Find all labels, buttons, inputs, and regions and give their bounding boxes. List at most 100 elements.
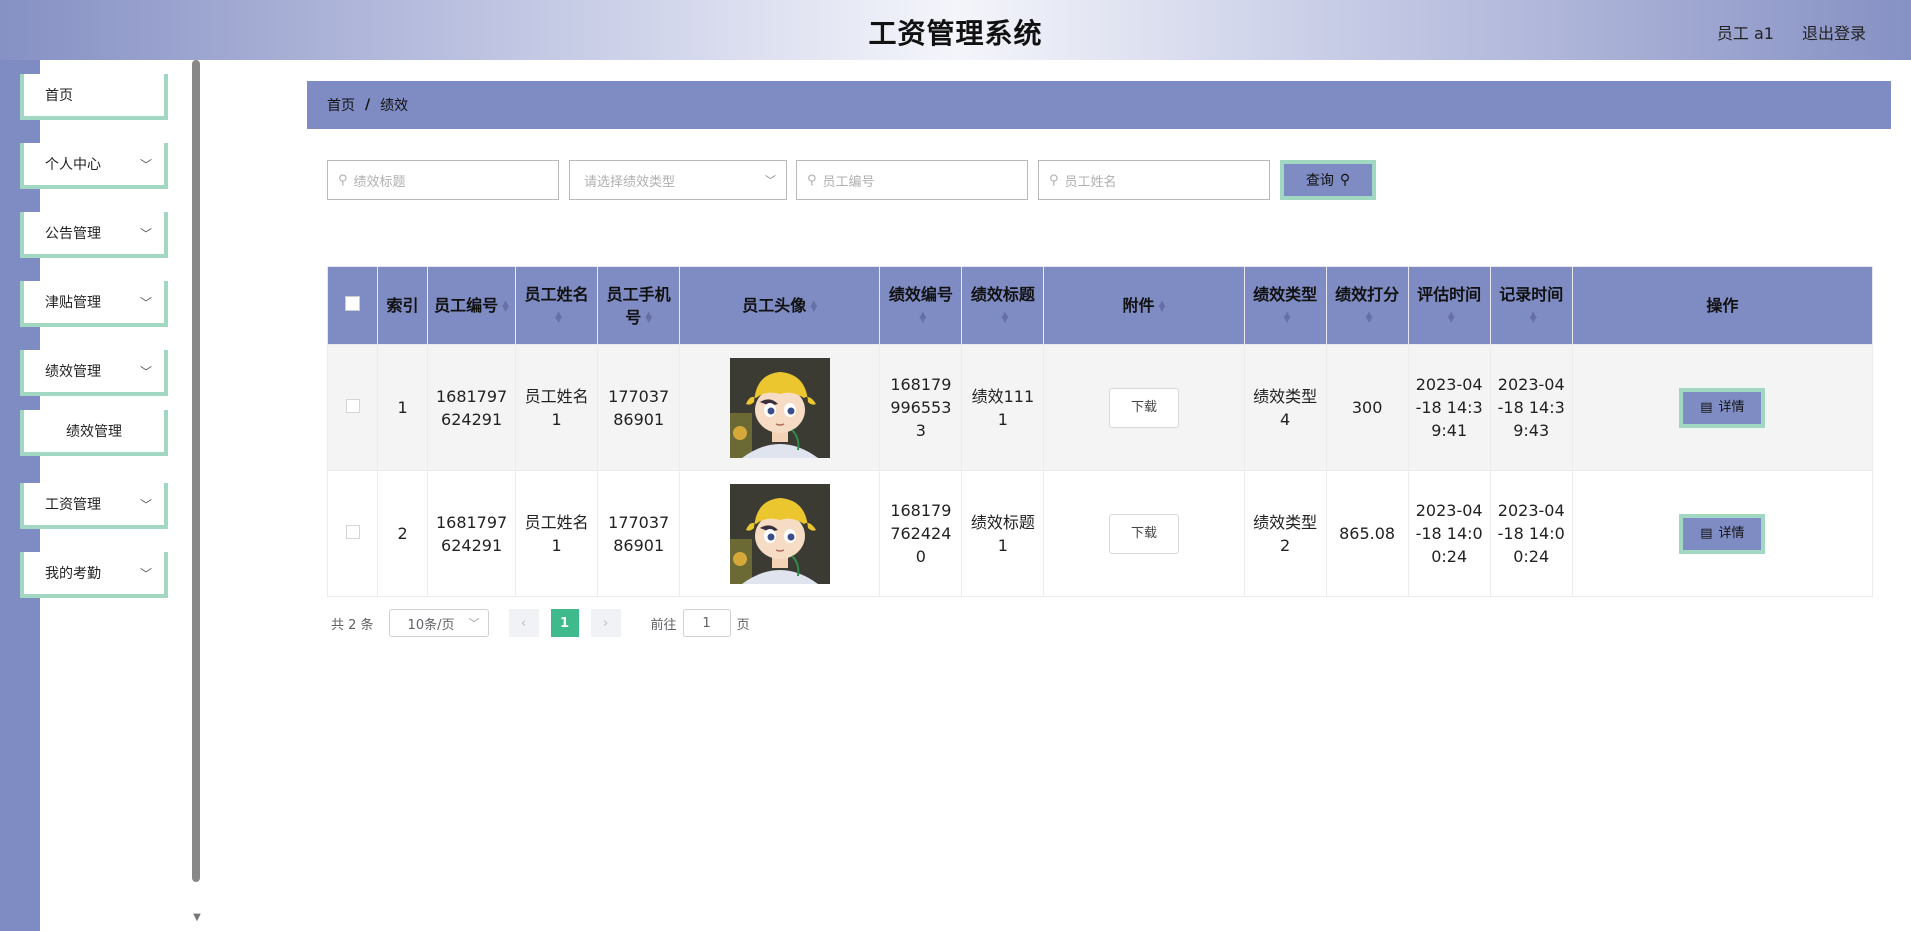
cell-avatar [679,344,881,471]
goto-page-input[interactable]: 1 [682,609,731,637]
row-checkbox[interactable] [345,525,360,539]
detail-button-label: 详情 [1718,400,1745,415]
search-icon: ⚲ [338,172,348,188]
cell-employee-phone: 17703786901 [597,344,681,471]
cell-index: 2 [377,470,429,597]
cell-employee-number: 1681797624291 [427,470,517,597]
sort-icon[interactable]: ▲ ▼ [645,311,652,325]
sort-icon[interactable]: ▲ ▼ [1284,311,1291,325]
sidebar-item-my-attendance[interactable]: 我的考勤 ﹀ [20,552,168,598]
employee-number-input[interactable]: ⚲ 员工编号 [796,160,1028,200]
cell-evaluation-time: 2023-04-18 14:39:41 [1407,344,1491,471]
search-icon: ⚲ [1049,172,1059,188]
chevron-down-icon: ﹀ [468,617,480,630]
sidebar-item-label: 首页 [45,88,73,104]
download-button[interactable]: 下载 [1108,513,1179,554]
page-size-value: 10条/页 [407,617,455,633]
employee-name-input[interactable]: ⚲ 员工姓名 [1038,160,1270,200]
sort-icon[interactable]: ▲ ▼ [810,299,817,313]
chevron-down-icon: ﹀ [139,296,152,310]
chevron-down-icon: ﹀ [139,498,152,512]
cell-performance-type: 绩效类型4 [1243,344,1327,471]
cell-index: 1 [377,344,429,471]
chevron-down-icon: ﹀ [139,227,152,241]
query-button-label: 查询 [1305,173,1334,189]
sidebar-item-salary-management[interactable]: 工资管理 ﹀ [20,483,168,529]
cell-employee-name: 员工姓名1 [515,344,599,471]
cell-actions: ▤ 详情 [1571,470,1874,597]
logout-link[interactable]: 退出登录 [1802,20,1866,44]
goto-suffix: 页 [736,617,750,633]
sort-icon[interactable]: ▲ ▼ [1530,311,1537,325]
table-row: 1 1681797624291 员工姓名1 17703786901 168179… [326,344,1874,471]
column-header-score[interactable]: 绩效打分▲ ▼ [1325,266,1409,345]
sidebar: ▼ 首页 个人中心 ﹀ 公告管理 ﹀ 津贴管理 ﹀ 绩效管理 ﹀ 绩效管理 工资… [0,60,202,931]
employee-avatar[interactable] [729,483,830,584]
column-header-performance-title[interactable]: 绩效标题▲ ▼ [961,266,1045,345]
document-icon: ▤ [1700,400,1713,415]
chevron-down-icon: ﹀ [139,567,152,581]
current-user: 员工 a1 [1716,24,1774,43]
column-header-index: 索引 [377,266,429,345]
chevron-down-icon: ﹀ [765,174,776,187]
cell-record-time: 2023-04-18 14:00:24 [1489,470,1573,597]
sort-icon[interactable]: ▲ ▼ [1001,311,1008,325]
chevron-right-icon: › [602,615,609,631]
input-placeholder: 绩效标题 [353,174,406,190]
performance-title-input[interactable]: ⚲ 绩效标题 [327,160,559,200]
sort-icon[interactable]: ▲ ▼ [919,311,926,325]
cell-employee-name: 员工姓名1 [515,470,599,597]
select-placeholder: 请选择绩效类型 [584,174,676,190]
sidebar-subitem-performance-management[interactable]: 绩效管理 [20,410,168,456]
column-header-employee-phone[interactable]: 员工手机号 ▲ ▼ [597,266,681,345]
column-header-avatar[interactable]: 员工头像 ▲ ▼ [679,266,881,345]
cell-performance-title: 绩效标题1 [961,470,1045,597]
column-header-record-time[interactable]: 记录时间▲ ▼ [1489,266,1573,345]
scroll-down-icon[interactable]: ▼ [192,912,202,923]
column-header-evaluation-time[interactable]: 评估时间▲ ▼ [1407,266,1491,345]
sort-icon[interactable]: ▲ ▼ [1448,311,1455,325]
query-button[interactable]: 查询 ⚲ [1280,160,1376,200]
chevron-down-icon: ﹀ [139,158,152,172]
sidebar-item-home[interactable]: 首页 [20,74,168,120]
column-header-attachment[interactable]: 附件 ▲ ▼ [1043,266,1245,345]
sort-icon[interactable]: ▲ ▼ [1366,311,1373,325]
next-page-button[interactable]: › [590,609,621,637]
page-number-current[interactable]: 1 [550,609,579,637]
chevron-down-icon: ﹀ [139,365,152,379]
sidebar-item-label: 个人中心 [45,157,101,173]
sidebar-item-notice-management[interactable]: 公告管理 ﹀ [20,212,168,258]
column-header-actions: 操作 [1571,266,1874,345]
sidebar-item-personal-center[interactable]: 个人中心 ﹀ [20,143,168,189]
sidebar-item-allowance-management[interactable]: 津贴管理 ﹀ [20,281,168,327]
select-all-checkbox[interactable] [345,296,361,311]
row-checkbox[interactable] [345,399,360,413]
sort-icon[interactable]: ▲ ▼ [1159,299,1166,313]
breadcrumb: 首页 / 绩效 [307,81,1891,129]
detail-button[interactable]: ▤ 详情 [1679,513,1766,554]
employee-avatar[interactable] [729,357,830,458]
sort-icon[interactable]: ▲ ▼ [555,311,562,325]
performance-type-select[interactable]: 请选择绩效类型 ﹀ [569,160,787,200]
input-placeholder: 员工编号 [822,174,875,190]
document-icon: ▤ [1700,526,1713,541]
column-header-performance-number[interactable]: 绩效编号▲ ▼ [879,266,963,345]
sidebar-item-label: 绩效管理 [45,364,101,380]
search-icon: ⚲ [807,172,817,188]
table-row: 2 1681797624291 员工姓名1 17703786901 168179… [326,470,1874,597]
cell-employee-phone: 17703786901 [597,470,681,597]
column-header-employee-name[interactable]: 员工姓名▲ ▼ [515,266,599,345]
page-size-select[interactable]: 10条/页 ﹀ [388,609,489,637]
column-header-employee-number[interactable]: 员工编号 ▲ ▼ [427,266,517,345]
top-header: 工资管理系统 员工 a1 退出登录 [0,0,1911,60]
sidebar-item-performance-management[interactable]: 绩效管理 ﹀ [20,350,168,396]
sidebar-scrollbar[interactable] [192,60,200,882]
sort-icon[interactable]: ▲ ▼ [502,299,509,313]
breadcrumb-home[interactable]: 首页 [327,95,355,115]
detail-button[interactable]: ▤ 详情 [1679,387,1766,428]
download-button[interactable]: 下载 [1108,387,1179,428]
prev-page-button[interactable]: ‹ [508,609,539,637]
sidebar-item-label: 津贴管理 [45,295,101,311]
cell-actions: ▤ 详情 [1571,344,1874,471]
column-header-performance-type[interactable]: 绩效类型▲ ▼ [1243,266,1327,345]
